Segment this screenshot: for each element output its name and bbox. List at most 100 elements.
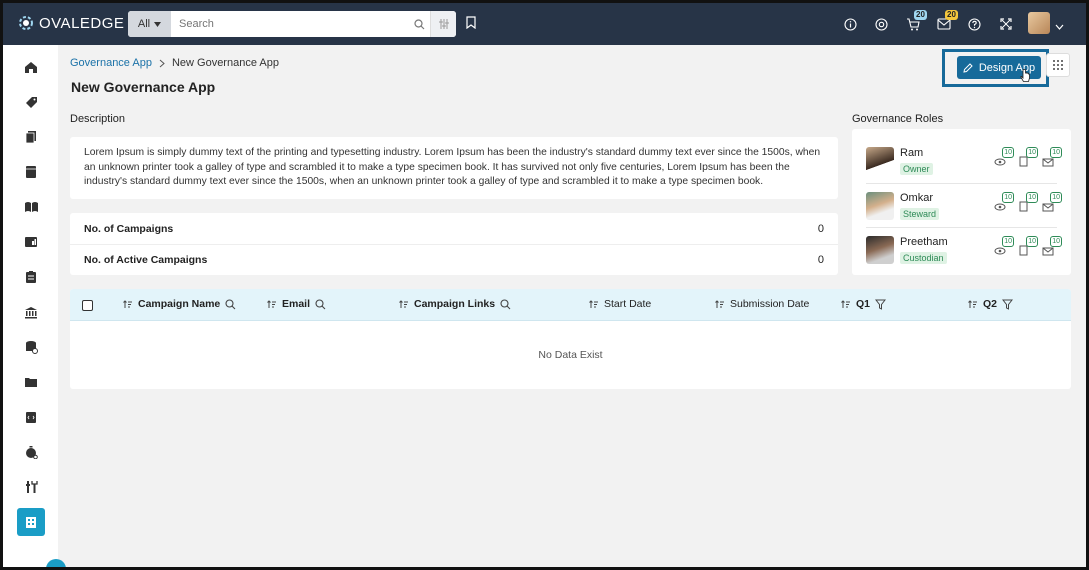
message-count[interactable]: 10 [1040,192,1062,214]
column-campaign-links[interactable]: Campaign Links [399,298,511,310]
sort-icon [399,299,408,308]
header-actions: 20 20 [835,10,1021,34]
search-icon[interactable] [315,298,326,310]
user-avatar[interactable] [1028,12,1050,34]
database-icon[interactable] [17,158,45,186]
view-count[interactable]: 10 [992,236,1014,258]
column-label: Q1 [856,298,871,310]
select-all-checkbox[interactable] [82,300,93,311]
role-person-name: Ram [900,147,924,159]
clipboard-icon[interactable] [17,263,45,291]
envelope-icon [1042,247,1054,256]
column-label: Email [282,298,311,310]
governance-app-icon[interactable] [17,508,45,536]
chrome-extension-icon[interactable] [866,14,897,34]
role-counts: 10 10 10 [992,147,1062,169]
bookmark-icon[interactable] [466,16,476,32]
sort-icon [841,299,850,308]
column-label: Campaign Links [414,298,496,310]
sort-icon [589,299,598,308]
column-label: Campaign Name [138,298,221,310]
column-label: Submission Date [730,298,810,310]
ovaledge-logo[interactable]: OVALEDGE [17,14,124,32]
view-count[interactable]: 10 [992,192,1014,214]
dashboard-icon[interactable] [17,228,45,256]
documents-icon[interactable] [17,123,45,151]
sort-icon [123,299,132,308]
column-q1[interactable]: Q1 [841,298,887,310]
info-icon[interactable] [835,14,866,34]
count-badge: 10 [1050,147,1062,158]
role-item[interactable]: Preetham Custodian 10 10 10 [866,227,1062,271]
stat-row: No. of Campaigns 0 [70,213,838,244]
tag-icon[interactable] [17,88,45,116]
logo-gear-icon [19,16,33,30]
fullscreen-icon[interactable] [990,14,1021,34]
breadcrumb-parent-link[interactable]: Governance App [70,57,152,69]
eye-icon [994,247,1006,255]
document-count[interactable]: 10 [1016,236,1038,258]
left-sidebar [3,45,58,567]
count-badge: 10 [1026,192,1038,203]
governance-roles-panel: Ram Owner 10 10 10 Omkar Steward 10 10 1… [852,129,1071,275]
role-counts: 10 10 10 [992,236,1062,258]
global-search: All [128,11,456,37]
timer-icon[interactable] [17,438,45,466]
message-count[interactable]: 10 [1040,236,1062,258]
document-count[interactable]: 10 [1016,147,1038,169]
notifications-icon[interactable]: 20 [928,10,959,34]
message-count[interactable]: 10 [1040,147,1062,169]
institution-icon[interactable] [17,298,45,326]
search-input[interactable] [171,18,408,30]
stat-value: 0 [817,222,824,235]
filter-icon[interactable] [875,299,887,310]
count-badge: 10 [1002,192,1014,203]
role-badge: Owner [900,163,933,175]
filter-icon[interactable] [1002,299,1014,310]
count-badge: 10 [1026,236,1038,247]
mouse-pointer-icon [1020,68,1031,86]
column-email[interactable]: Email [267,298,326,310]
role-badge: Steward [900,208,940,220]
role-item[interactable]: Ram Owner 10 10 10 [866,139,1062,183]
help-icon[interactable] [959,14,990,34]
count-badge: 10 [1002,236,1014,247]
count-badge: 10 [1050,192,1062,203]
column-submission-date[interactable]: Submission Date [715,298,809,310]
chevron-down-icon[interactable] [1055,19,1064,33]
count-badge: 10 [1002,147,1014,158]
advanced-filter-icon[interactable] [430,11,456,37]
role-item[interactable]: Omkar Steward 10 10 10 [866,183,1062,227]
column-start-date[interactable]: Start Date [589,298,651,310]
role-counts: 10 10 10 [992,192,1062,214]
apps-grid-icon[interactable] [1046,53,1070,77]
breadcrumb: Governance App New Governance App [70,57,279,69]
stat-row: No. of Active Campaigns 0 [70,244,838,275]
search-icon[interactable] [500,298,511,310]
code-icon[interactable] [17,403,45,431]
cart-icon[interactable]: 20 [897,10,928,34]
eye-icon [994,158,1006,166]
search-scope-dropdown[interactable]: All [128,11,171,37]
data-quality-icon[interactable] [17,333,45,361]
view-count[interactable]: 10 [992,147,1014,169]
sort-icon [715,299,724,308]
description-label: Description [70,113,126,125]
folder-icon[interactable] [17,368,45,396]
campaigns-table: Campaign Name Email Campaign Links Start… [70,289,1071,389]
description-text: Lorem Ipsum is simply dummy text of the … [70,137,838,199]
stat-label: No. of Active Campaigns [84,254,208,266]
tools-icon[interactable] [17,473,45,501]
column-q2[interactable]: Q2 [968,298,1014,310]
top-navigation-bar: OVALEDGE All Search 20 20 [3,3,1086,45]
app-window: OVALEDGE All Search 20 20 Governance App… [3,3,1086,567]
home-icon[interactable] [17,53,45,81]
column-campaign-name[interactable]: Campaign Name [123,298,236,310]
search-icon[interactable] [225,298,236,310]
book-icon[interactable] [17,193,45,221]
chat-help-icon[interactable] [46,559,66,567]
avatar [866,147,894,175]
search-icon[interactable] [408,18,430,30]
document-count[interactable]: 10 [1016,192,1038,214]
logo-text: OVALEDGE [39,14,125,32]
